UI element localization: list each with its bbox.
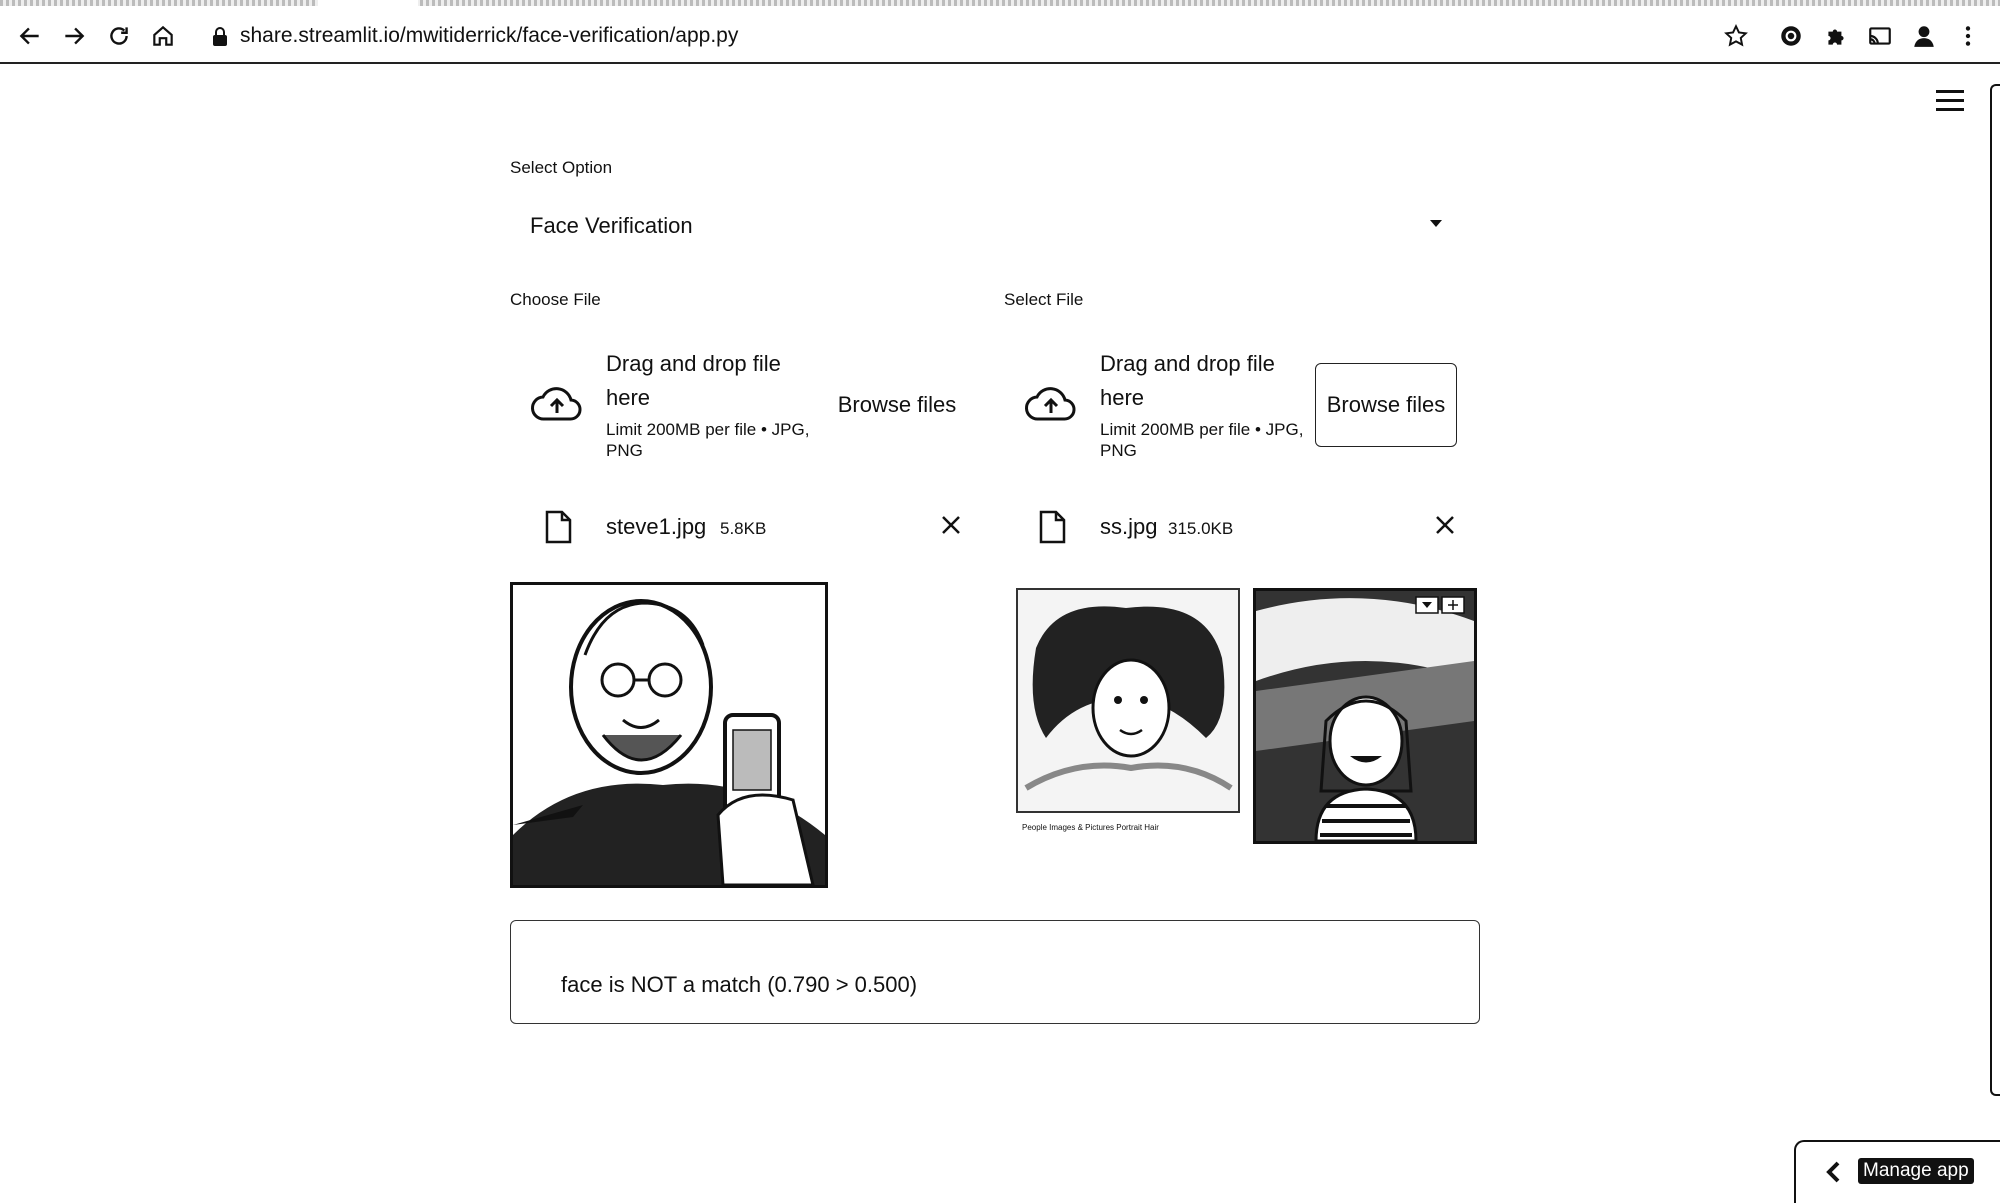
select-value: Face Verification — [530, 213, 693, 238]
preview-caption: People Images & Pictures Portrait Hair — [1022, 823, 1159, 832]
manage-app-button[interactable]: Manage app — [1794, 1140, 2000, 1203]
select-file-label: Select File — [1004, 290, 1084, 309]
uploaded-image-left-preview: People Images & Pictures Portrait Hair — [1016, 588, 1242, 838]
chevron-down-icon — [1430, 220, 1442, 227]
select-option-label: Select Option — [510, 158, 613, 177]
right-uploaded-file: ss.jpg 315.0KB — [1004, 504, 1474, 560]
left-file-dropzone[interactable]: Drag and drop file here Limit 200MB per … — [510, 335, 980, 485]
file-icon — [1039, 510, 1066, 544]
file-name: steve1.jpg — [606, 514, 707, 539]
right-file-dropzone[interactable]: Drag and drop file here Limit 200MB per … — [1004, 335, 1474, 485]
file-name: ss.jpg — [1100, 514, 1158, 539]
chevron-left-icon — [1826, 1161, 1840, 1183]
scrollbar[interactable] — [1990, 84, 2000, 1096]
uploaded-image-right-preview — [1253, 588, 1477, 844]
drop-text: Drag and drop file here — [1100, 351, 1275, 410]
cloud-upload-icon — [531, 387, 582, 421]
cloud-upload-icon — [1025, 387, 1076, 421]
more-vert-icon[interactable] — [1952, 20, 1984, 52]
browser-toolbar: share.streamlit.io/mwitiderrick/face-ver… — [0, 0, 2000, 64]
home-icon[interactable] — [145, 18, 181, 54]
result-text: face is NOT a match (0.790 > 0.500) — [561, 972, 918, 997]
file-size: 5.8KB — [720, 519, 767, 538]
browse-files-button[interactable]: Browse files — [826, 363, 968, 447]
manage-app-label: Manage app — [1858, 1158, 1974, 1184]
lock-icon[interactable] — [210, 26, 230, 48]
file-icon — [545, 510, 572, 544]
forward-arrow-icon[interactable] — [56, 18, 92, 54]
extension-icon[interactable] — [1775, 20, 1807, 52]
tab-strip — [0, 0, 2000, 6]
option-select[interactable]: Face Verification — [510, 202, 1460, 250]
limit-text: Limit 200MB per file • JPG, PNG — [606, 420, 810, 460]
reload-icon[interactable] — [101, 18, 137, 54]
profile-icon[interactable] — [1908, 20, 1940, 52]
puzzle-icon[interactable] — [1820, 20, 1852, 52]
limit-text: Limit 200MB per file • JPG, PNG — [1100, 420, 1304, 460]
file-size: 315.0KB — [1168, 519, 1234, 538]
uploaded-image-steve — [510, 582, 828, 888]
drop-text: Drag and drop file here — [606, 351, 781, 410]
cast-icon[interactable] — [1864, 20, 1896, 52]
choose-file-label: Choose File — [510, 290, 601, 309]
star-icon[interactable] — [1720, 20, 1752, 52]
menu-icon[interactable] — [1936, 90, 1964, 114]
close-icon[interactable] — [936, 510, 966, 540]
address-bar-url[interactable]: share.streamlit.io/mwitiderrick/face-ver… — [240, 22, 738, 50]
close-icon[interactable] — [1430, 510, 1460, 540]
result-alert: face is NOT a match (0.790 > 0.500) — [510, 920, 1480, 1024]
browse-files-button[interactable]: Browse files — [1315, 363, 1457, 447]
back-arrow-icon[interactable] — [12, 18, 48, 54]
left-uploaded-file: steve1.jpg 5.8KB — [510, 504, 980, 560]
